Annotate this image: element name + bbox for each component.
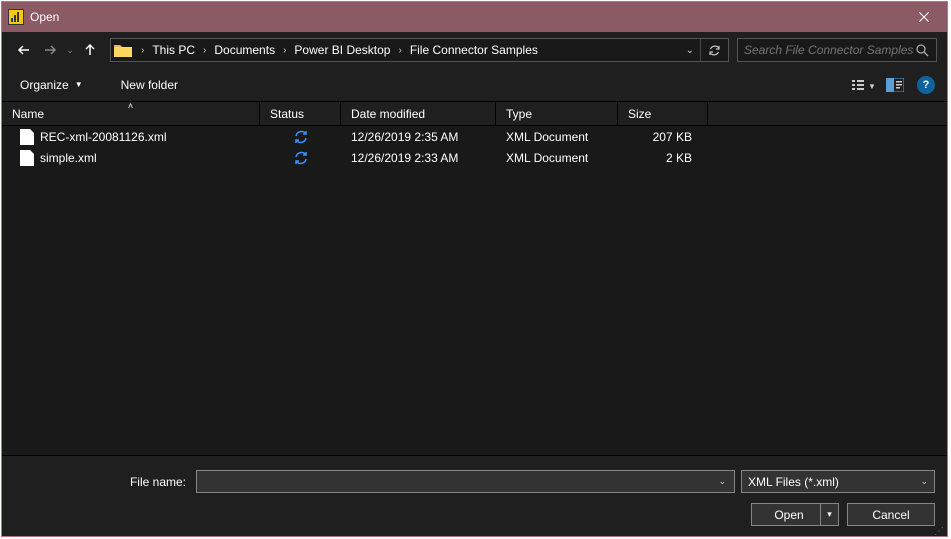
newfolder-label: New folder [121, 78, 178, 92]
header-type[interactable]: Type [496, 102, 618, 125]
chevron-right-icon[interactable]: › [135, 45, 150, 56]
chevron-down-icon[interactable]: ⌄ [714, 476, 730, 487]
address-dropdown[interactable]: ⌄ [680, 45, 700, 56]
titlebar: Open [2, 2, 947, 32]
chevron-right-icon[interactable]: › [197, 45, 212, 56]
breadcrumb-this-pc[interactable]: This PC [150, 39, 197, 61]
address-bar[interactable]: › This PC › Documents › Power BI Desktop… [110, 38, 729, 62]
resize-grip[interactable]: ⋰ [934, 530, 945, 534]
back-button[interactable] [12, 38, 36, 62]
cancel-button[interactable]: Cancel [847, 503, 935, 526]
file-date: 12/26/2019 2:33 AM [351, 151, 458, 165]
breadcrumb-samples[interactable]: File Connector Samples [408, 39, 540, 61]
navbar: ⌄ › This PC › Documents › Power BI Deskt… [2, 32, 947, 68]
up-button[interactable] [78, 38, 102, 62]
bottom-panel: File name: ⌄ XML Files (*.xml) ⌄ Open ▾ … [2, 455, 947, 536]
close-button[interactable] [901, 2, 947, 32]
chevron-down-icon: ▼ [75, 80, 83, 89]
breadcrumb-powerbi[interactable]: Power BI Desktop [292, 39, 392, 61]
open-button[interactable]: Open ▾ [751, 503, 839, 526]
file-row[interactable]: REC-xml-20081126.xml 12/26/2019 2:35 AM … [2, 126, 947, 147]
header-size[interactable]: Size [618, 102, 708, 125]
header-status[interactable]: Status [260, 102, 341, 125]
chevron-right-icon[interactable]: › [277, 45, 292, 56]
file-list: REC-xml-20081126.xml 12/26/2019 2:35 AM … [2, 126, 947, 455]
header-date[interactable]: Date modified [341, 102, 496, 125]
app-icon [8, 9, 24, 25]
search-icon[interactable] [914, 42, 930, 58]
filename-label: File name: [14, 475, 190, 489]
new-folder-button[interactable]: New folder [115, 74, 184, 96]
toolbar: Organize ▼ New folder ▼ ? [2, 68, 947, 102]
view-options-button[interactable]: ▼ [849, 73, 877, 97]
filename-input[interactable]: ⌄ [196, 470, 735, 493]
file-size: 2 KB [666, 151, 692, 165]
file-size: 207 KB [653, 130, 692, 144]
refresh-button[interactable] [700, 39, 728, 61]
header-name[interactable]: Name ˄ [2, 102, 260, 125]
search-box[interactable] [737, 38, 937, 62]
file-type: XML Document [506, 130, 588, 144]
breadcrumb-documents[interactable]: Documents [212, 39, 277, 61]
column-headers: Name ˄ Status Date modified Type Size [2, 102, 947, 126]
file-type-filter[interactable]: XML Files (*.xml) ⌄ [741, 470, 935, 493]
folder-icon [113, 40, 133, 60]
file-name: REC-xml-20081126.xml [40, 130, 167, 144]
help-button[interactable]: ? [917, 76, 935, 94]
chevron-right-icon[interactable]: › [392, 45, 407, 56]
open-dialog: Open ⌄ › This PC › Documents › Power BI … [1, 1, 948, 537]
open-split-dropdown[interactable]: ▾ [820, 504, 838, 525]
recent-dropdown[interactable]: ⌄ [64, 38, 76, 62]
sync-icon [260, 130, 341, 144]
forward-button[interactable] [38, 38, 62, 62]
file-row[interactable]: simple.xml 12/26/2019 2:33 AM XML Docume… [2, 147, 947, 168]
svg-text:▼: ▼ [868, 82, 874, 91]
organize-menu[interactable]: Organize ▼ [14, 74, 89, 96]
file-icon [20, 129, 34, 145]
search-input[interactable] [744, 43, 914, 57]
sort-asc-icon: ˄ [128, 101, 133, 111]
organize-label: Organize [20, 78, 69, 92]
file-date: 12/26/2019 2:35 AM [351, 130, 458, 144]
filter-label: XML Files (*.xml) [748, 475, 839, 489]
file-name: simple.xml [40, 151, 97, 165]
window-title: Open [30, 10, 901, 24]
preview-pane-button[interactable] [881, 73, 909, 97]
file-icon [20, 150, 34, 166]
chevron-down-icon: ⌄ [920, 476, 928, 487]
sync-icon [260, 151, 341, 165]
file-type: XML Document [506, 151, 588, 165]
